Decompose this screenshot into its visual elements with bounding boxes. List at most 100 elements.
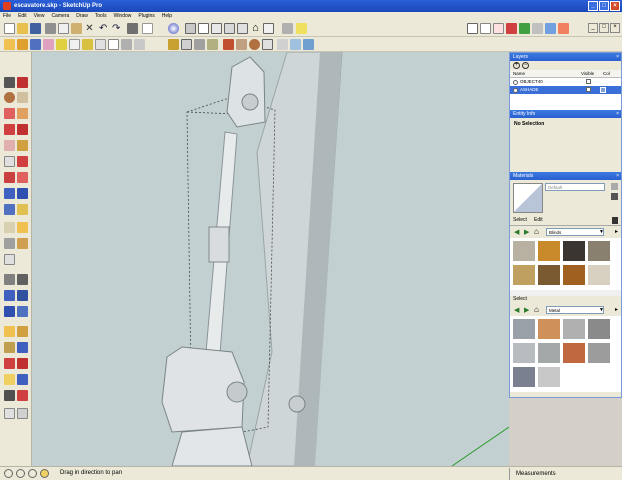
select-arrow-icon[interactable] xyxy=(4,39,15,50)
styles-shaded-textures-icon[interactable] xyxy=(519,23,530,34)
protractor-tool-icon[interactable] xyxy=(4,172,15,183)
model-info-icon[interactable] xyxy=(142,23,153,34)
dropdown-arrow-icon[interactable]: ▼ xyxy=(599,307,604,313)
model-viewport[interactable] xyxy=(32,52,509,466)
layers-col-visible[interactable]: Visible xyxy=(581,71,603,76)
dock-restore-icon[interactable]: □ xyxy=(599,23,609,33)
back-icon[interactable]: ◀ xyxy=(514,306,519,314)
details-arrow-icon[interactable]: ▸ xyxy=(615,306,618,313)
share-component-icon[interactable] xyxy=(4,374,15,385)
material-swatch[interactable] xyxy=(563,241,585,261)
tab-select[interactable]: Select xyxy=(513,217,527,223)
excavator-arm-model[interactable] xyxy=(32,52,509,466)
next-view-icon[interactable] xyxy=(17,274,28,285)
layer-color-swatch[interactable] xyxy=(600,87,606,93)
open-icon[interactable] xyxy=(17,23,28,34)
position-camera-icon[interactable] xyxy=(17,204,28,215)
layers-panel-header[interactable]: Layers × xyxy=(510,53,621,61)
menu-camera[interactable]: Camera xyxy=(51,12,69,21)
front-view-icon[interactable] xyxy=(211,23,222,34)
material-swatch[interactable] xyxy=(538,265,560,285)
active-layer-radio[interactable] xyxy=(513,79,518,85)
material-name-field[interactable]: Default xyxy=(545,183,605,191)
select-tool-icon[interactable] xyxy=(4,77,15,88)
help-icon[interactable] xyxy=(40,469,49,478)
create-material-icon[interactable] xyxy=(611,183,618,190)
tape-icon[interactable] xyxy=(17,156,28,167)
cut-icon[interactable] xyxy=(45,23,56,34)
material-swatch[interactable] xyxy=(513,343,535,363)
layer-visible-checkbox[interactable] xyxy=(586,79,591,84)
print-icon[interactable] xyxy=(127,23,138,34)
look-around-icon[interactable] xyxy=(4,204,15,215)
arc-icon[interactable] xyxy=(17,92,28,103)
tape-measure-icon[interactable] xyxy=(56,39,67,50)
measurements-box[interactable]: Measurements xyxy=(509,468,622,480)
photo-texture-icon[interactable] xyxy=(4,342,15,353)
status-icon-3[interactable] xyxy=(28,469,37,478)
style-builder-icon[interactable] xyxy=(17,390,28,401)
styles-xray-toggle-icon[interactable] xyxy=(558,23,569,34)
paint-bucket-icon[interactable] xyxy=(30,39,41,50)
styles-xray-icon[interactable] xyxy=(467,23,478,34)
dimension-tool-icon[interactable] xyxy=(4,188,15,199)
material-swatch[interactable] xyxy=(588,343,610,363)
protractor-icon[interactable] xyxy=(82,39,93,50)
left-view-icon[interactable] xyxy=(263,23,274,34)
redo-icon[interactable]: ↷ xyxy=(112,23,123,34)
materials-close-icon[interactable]: × xyxy=(616,172,619,180)
menu-plugins[interactable]: Plugins xyxy=(138,12,154,21)
dock-close-icon[interactable]: × xyxy=(610,23,620,33)
layer-row[interactable]: OBJECT40 xyxy=(510,78,621,86)
add-layer-icon[interactable]: + xyxy=(513,62,520,69)
offset-tool-icon[interactable] xyxy=(17,140,28,151)
extension-warehouse-icon[interactable] xyxy=(17,374,28,385)
zoom-extents-icon[interactable] xyxy=(4,254,15,265)
add-location-icon[interactable] xyxy=(4,326,15,337)
geo-location-icon[interactable] xyxy=(181,39,192,50)
sandbox-icon[interactable] xyxy=(134,39,145,50)
material-swatch[interactable] xyxy=(588,241,610,261)
menu-window[interactable]: Window xyxy=(114,12,132,21)
material-swatch[interactable] xyxy=(588,319,610,339)
back-icon[interactable]: ◀ xyxy=(514,228,519,236)
eye-icon[interactable] xyxy=(17,408,28,419)
styles-shaded-icon[interactable] xyxy=(506,23,517,34)
menu-edit[interactable]: Edit xyxy=(18,12,27,21)
entity-info-header[interactable]: Entity Info × xyxy=(510,110,621,118)
sample-paint-icon[interactable] xyxy=(611,193,618,200)
maximize-button[interactable]: □ xyxy=(599,1,609,11)
section-cut-icon[interactable] xyxy=(17,290,28,301)
layout-icon[interactable] xyxy=(4,390,15,401)
circle-tool-icon[interactable] xyxy=(249,39,260,50)
tab-edit[interactable]: Edit xyxy=(534,217,543,223)
styles-wireframe-icon[interactable] xyxy=(480,23,491,34)
paste-icon[interactable] xyxy=(71,23,82,34)
menu-help[interactable]: Help xyxy=(162,12,172,21)
top-view-icon[interactable] xyxy=(198,23,209,34)
copy-icon[interactable] xyxy=(58,23,69,34)
material-swatch[interactable] xyxy=(538,343,560,363)
status-icon-2[interactable] xyxy=(16,469,25,478)
new-file-icon[interactable] xyxy=(4,23,15,34)
axes-tool-icon[interactable] xyxy=(17,172,28,183)
material-swatch[interactable] xyxy=(563,343,585,363)
material-swatch[interactable] xyxy=(538,319,560,339)
components-icon[interactable] xyxy=(282,23,293,34)
home-icon[interactable]: ⌂ xyxy=(250,23,261,34)
preview-earth-icon[interactable] xyxy=(17,342,28,353)
line-tool-icon[interactable] xyxy=(223,39,234,50)
get-models-icon[interactable] xyxy=(4,358,15,369)
scale-icon[interactable] xyxy=(4,140,15,151)
erase-icon[interactable]: ✕ xyxy=(84,23,95,34)
styles-extra-icon[interactable] xyxy=(545,23,556,34)
status-icon-1[interactable] xyxy=(4,469,13,478)
eraser-icon[interactable] xyxy=(43,39,54,50)
look-tool-icon[interactable] xyxy=(17,306,28,317)
pencil-icon[interactable] xyxy=(17,77,28,88)
eyedropper-icon[interactable] xyxy=(612,217,618,224)
styles-monochrome-icon[interactable] xyxy=(532,23,543,34)
save-icon[interactable] xyxy=(30,23,41,34)
library-select-top[interactable]: Blinds xyxy=(546,228,604,236)
dock-minimize-icon[interactable]: _ xyxy=(588,23,598,33)
